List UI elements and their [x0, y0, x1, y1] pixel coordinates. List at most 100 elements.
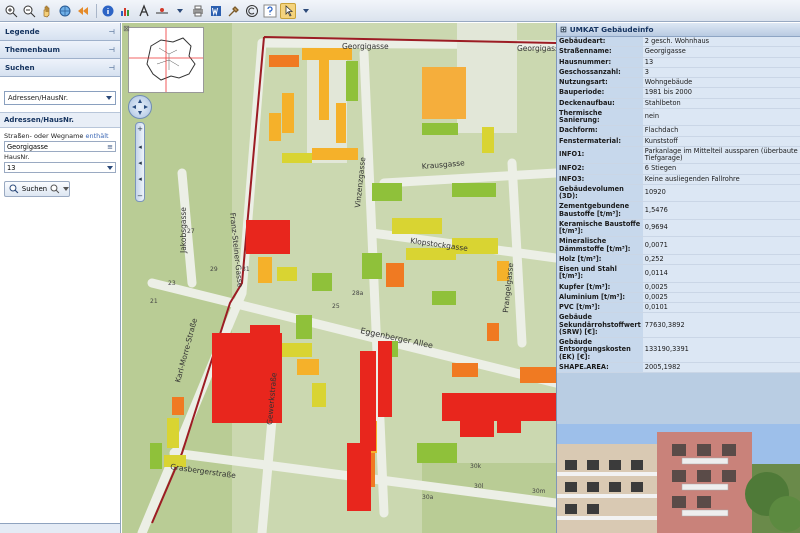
attribute-value: Georgigasse — [642, 46, 800, 58]
attribute-value: Flachdach — [642, 125, 800, 137]
zoom-out-icon[interactable] — [21, 3, 37, 19]
attribute-row: Gebäudeart: 2 gesch. Wohnhaus — [557, 37, 800, 48]
attribute-value: 10920 — [642, 184, 800, 203]
attribute-value: 0,9694 — [642, 219, 800, 238]
attribute-row: Kupfer [t/m³]: 0,0025 — [557, 282, 800, 293]
attribute-row: Dachform: Flachdach — [557, 125, 800, 137]
attribute-value: Parkanlage im Mittelteil aussparen (über… — [642, 146, 800, 165]
chevron-down-icon[interactable] — [62, 187, 69, 191]
attribute-row: Bauperiode: 1981 bis 2000 — [557, 87, 800, 99]
overview-outline — [129, 28, 203, 92]
info-panel-title: UMKAT Gebäudeinfo — [569, 25, 654, 34]
toolbar — [0, 0, 800, 22]
attribute-value: 2 gesch. Wohnhaus — [642, 37, 800, 48]
sidebar: Legende ⊣ Themenbaum ⊣ Suchen ⊣ Adressen/Ha… — [0, 23, 121, 533]
pin-icon[interactable]: ⊣ — [109, 64, 115, 72]
tree-label: Themenbaum — [5, 45, 60, 54]
attribute-value: 1981 bis 2000 — [642, 87, 800, 99]
pan-icon[interactable] — [39, 3, 55, 19]
attribute-key: Gebäudevolumen (3D): — [557, 184, 643, 203]
dropdown-arrow-icon[interactable] — [172, 3, 188, 19]
house-number-select[interactable]: 13 — [4, 162, 116, 173]
map-canvas[interactable]: Georgigasse Georgigasse Krausgasse Vinze… — [122, 23, 556, 533]
attribute-key: Kupfer [t/m³]: — [557, 282, 643, 293]
building-photo — [557, 424, 800, 533]
house-number: 30a — [422, 494, 434, 501]
dropdown-arrow-icon[interactable] — [298, 3, 314, 19]
info-icon[interactable] — [100, 3, 116, 19]
lookup-icon[interactable]: ≡ — [107, 143, 113, 151]
contains-link[interactable]: enthält — [85, 132, 108, 140]
attribute-row: Eisen und Stahl [t/m³]: 0,0114 — [557, 264, 800, 283]
overview-map[interactable]: ⊠ — [123, 24, 204, 93]
attribute-row: INFO2: 6 Stiegen — [557, 163, 800, 175]
close-overview-icon[interactable]: ⊠ — [123, 24, 130, 33]
attribute-key: INFO2: — [557, 163, 643, 175]
zoom-in-icon[interactable]: + — [136, 125, 144, 133]
attribute-value: Stahlbeton — [642, 98, 800, 109]
house-number: 27 — [187, 228, 195, 235]
pointer-icon[interactable] — [280, 2, 296, 19]
attribute-key: Nutzungsart: — [557, 77, 643, 89]
pin-icon[interactable]: ⊣ — [109, 46, 115, 54]
search-panel-header[interactable]: Suchen ⊣ — [0, 59, 120, 77]
attribute-row: Thermische Sanierung: nein — [557, 108, 800, 127]
search-type-value: Adressen/HausNr. — [8, 94, 69, 102]
attribute-row: PVC [t/m³]: 0,0101 — [557, 302, 800, 314]
pan-compass-icon[interactable] — [128, 95, 152, 119]
navigation-control[interactable]: + ◂ ◂ ◂ − — [128, 95, 154, 202]
attribute-key: Thermische Sanierung: — [557, 108, 643, 127]
zoom-level-icon[interactable]: ◂ — [136, 143, 144, 151]
search-options-icon[interactable] — [50, 184, 60, 194]
attribute-value: 77630,3892 — [642, 312, 800, 338]
zoom-level-icon[interactable]: ◂ — [136, 175, 144, 183]
attribute-row: Geschossanzahl: 3 — [557, 67, 800, 79]
info-panel: ⊞ UMKAT Gebäudeinfo Gebäudeart: 2 gesch. W… — [556, 23, 800, 533]
attribute-key: Gebäudeart: — [557, 37, 643, 48]
attribute-key: Hausnummer: — [557, 57, 643, 68]
attribute-value: 3 — [642, 67, 800, 79]
attribute-value: 0,0025 — [642, 292, 800, 304]
attribute-key: Mineralische Dämmstoffe [t/m³]: — [557, 236, 643, 255]
attribute-row: Nutzungsart: Wohngebäude — [557, 77, 800, 89]
street-input-value: Georgigasse — [7, 142, 48, 151]
street-input[interactable]: Georgigasse ≡ — [4, 141, 116, 152]
attribute-key: Keramische Baustoffe [t/m³]: — [557, 219, 643, 238]
map-view[interactable]: Georgigasse Georgigasse Krausgasse Vinze… — [122, 23, 556, 533]
previous-view-icon[interactable] — [75, 3, 91, 19]
pin-icon[interactable]: ⊣ — [109, 28, 115, 36]
attribute-value: Keine ausliegenden Fallrohre — [642, 174, 800, 185]
zoom-level-icon[interactable]: ◂ — [136, 159, 144, 167]
app-window: Legende ⊣ Themenbaum ⊣ Suchen ⊣ Adressen/Ha… — [0, 0, 800, 533]
house-number: 28a — [352, 290, 364, 297]
attribute-row: SHAPE.AREA: 2005,1982 — [557, 362, 800, 374]
attribute-row: Fenstermaterial: Kunststoff — [557, 136, 800, 147]
attribute-value: 0,0071 — [642, 236, 800, 255]
copyright-icon[interactable] — [244, 3, 260, 19]
house-number: 31 — [242, 266, 250, 273]
print-icon[interactable] — [190, 3, 206, 19]
zoom-in-icon[interactable] — [3, 3, 19, 19]
text-icon[interactable] — [136, 3, 152, 19]
toolbar-separator — [96, 3, 97, 18]
word-export-icon[interactable] — [208, 3, 224, 19]
search-type-select[interactable]: Adressen/HausNr. — [4, 91, 116, 105]
attribute-value: 6 Stiegen — [642, 163, 800, 175]
measure-icon[interactable] — [154, 3, 170, 19]
zoom-slider[interactable]: + ◂ ◂ ◂ − — [135, 122, 145, 202]
chart-icon[interactable] — [118, 3, 134, 19]
search-button[interactable]: Suchen — [4, 181, 70, 197]
zoom-out-icon[interactable]: − — [136, 192, 144, 200]
attribute-table: Gebäudeart: 2 gesch. Wohnhaus Straßenname:… — [557, 37, 800, 374]
info-panel-header[interactable]: ⊞ UMKAT Gebäudeinfo — [557, 23, 800, 37]
legend-panel-header[interactable]: Legende ⊣ — [0, 23, 120, 41]
tree-panel-header[interactable]: Themenbaum ⊣ — [0, 41, 120, 59]
search-label: Suchen — [5, 63, 35, 72]
tools-icon[interactable] — [226, 3, 242, 19]
expand-icon[interactable]: ⊞ — [560, 25, 567, 34]
house-number: 23 — [168, 280, 176, 287]
street-label: Georgigasse — [517, 44, 556, 53]
attribute-value: 0,0101 — [642, 302, 800, 314]
help-icon[interactable] — [262, 3, 278, 19]
full-extent-icon[interactable] — [57, 3, 73, 19]
